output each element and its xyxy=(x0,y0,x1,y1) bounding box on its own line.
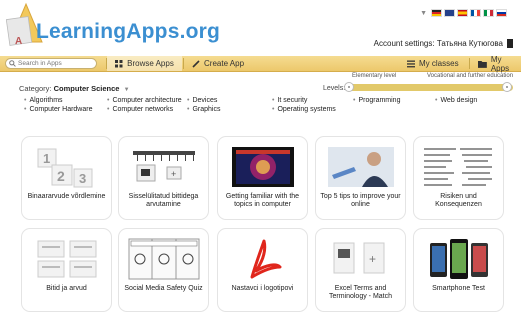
app-card[interactable]: + Sisselülitatud bittidega arvutamine xyxy=(118,136,209,220)
app-card[interactable]: Smartphone Test xyxy=(413,228,504,312)
grid-icon xyxy=(115,59,123,67)
app-card[interactable]: Risiken und Konsequenzen xyxy=(413,136,504,220)
level-slider-max-handle[interactable] xyxy=(502,82,512,92)
svg-text:2: 2 xyxy=(57,168,65,184)
app-card-title: Getting familiar with the topics in comp… xyxy=(225,193,300,208)
app-card-title: Smartphone Test xyxy=(432,285,485,292)
my-apps-label: My Apps xyxy=(490,54,510,73)
svg-text:A: A xyxy=(15,36,22,47)
my-classes-label: My classes xyxy=(419,59,459,68)
flag-en-icon[interactable] xyxy=(444,9,455,17)
topic-algorithms[interactable]: Algorithms xyxy=(24,97,62,104)
level-slider-min-handle[interactable] xyxy=(344,82,354,92)
search-box[interactable] xyxy=(5,58,97,69)
app-card[interactable]: Getting familiar with the topics in comp… xyxy=(217,136,308,220)
nav-divider xyxy=(183,58,184,69)
app-card-title: Sisselülitatud bittidega arvutamine xyxy=(128,193,199,208)
app-card-title: Social Media Safety Quiz xyxy=(124,285,203,292)
app-card[interactable]: Bitid ja arvud xyxy=(21,228,112,312)
match-cards-thumbnail: + xyxy=(333,242,385,274)
header: A LearningApps.org ▼ Account settings: Т… xyxy=(0,0,521,56)
computer-screen-thumbnail xyxy=(232,147,294,187)
user-icon xyxy=(507,39,513,48)
comic-strip-thumbnail xyxy=(128,238,200,280)
topic-computer-hardware[interactable]: Computer Hardware xyxy=(24,106,92,113)
browse-apps-label: Browse Apps xyxy=(127,59,174,68)
acrobat-logo-thumbnail xyxy=(250,239,282,279)
smartphones-thumbnail xyxy=(430,239,488,279)
app-card-title: Nastavci i logotipovi xyxy=(231,285,294,292)
app-card[interactable]: 1 2 3 Binaararvude võrdlemine xyxy=(21,136,112,220)
ruler-thumbnail: + xyxy=(133,151,195,182)
app-card-title: Bitid ja arvud xyxy=(46,285,87,292)
topic-graphics[interactable]: Graphics xyxy=(187,106,220,113)
category-selector[interactable]: Category: Computer Science ▼ xyxy=(19,84,130,93)
category-value[interactable]: Computer Science xyxy=(54,84,120,93)
topic-web-design[interactable]: Web design xyxy=(435,97,477,104)
nav-divider xyxy=(469,58,470,69)
site-logo[interactable]: LearningApps.org xyxy=(36,20,220,44)
create-app-button[interactable]: Create App xyxy=(192,56,244,71)
app-card[interactable]: Nastavci i logotipovi xyxy=(217,228,308,312)
flag-de-icon[interactable] xyxy=(431,9,442,17)
svg-text:+: + xyxy=(171,169,176,179)
category-prefix: Category: xyxy=(19,84,52,93)
my-apps-button[interactable]: My Apps xyxy=(478,54,521,73)
level-max-label: Vocational and further education xyxy=(427,73,514,79)
app-card-title: Risiken und Konsequenzen xyxy=(435,193,482,208)
search-input[interactable] xyxy=(16,60,94,67)
flag-it-icon[interactable] xyxy=(483,9,494,17)
create-app-label: Create App xyxy=(204,59,245,68)
main-navbar: Browse Apps Create App My classes My App… xyxy=(0,54,521,73)
svg-text:+: + xyxy=(369,252,376,266)
flag-ru-icon[interactable] xyxy=(496,9,507,17)
topic-computer-architecture[interactable]: Computer architecture xyxy=(107,97,181,104)
app-card-title: Top 5 tips to improve your online xyxy=(320,193,401,208)
language-selector[interactable]: ▼ xyxy=(420,9,507,17)
topic-programming[interactable]: Programming xyxy=(353,97,400,104)
flag-fr-icon[interactable] xyxy=(470,9,481,17)
app-card-title: Binaararvude võrdlemine xyxy=(27,193,106,200)
text-document-thumbnail xyxy=(422,145,496,189)
number-blocks-thumbnail: 1 2 3 xyxy=(37,148,93,188)
chevron-down-icon[interactable]: ▼ xyxy=(420,10,427,17)
flag-es-icon[interactable] xyxy=(457,9,468,17)
levels-label: Levels: xyxy=(323,85,346,92)
svg-text:3: 3 xyxy=(79,171,86,186)
app-card[interactable]: + Excel Terms and Terminology - Match xyxy=(315,228,406,312)
pencil-icon xyxy=(192,59,200,68)
browse-apps-button[interactable]: Browse Apps xyxy=(107,56,182,71)
level-min-label: Elementary level xyxy=(352,73,397,79)
app-card[interactable]: Social Media Safety Quiz xyxy=(118,228,209,312)
topic-operating-systems[interactable]: Operating systems xyxy=(272,106,335,113)
folder-icon xyxy=(478,60,487,68)
svg-text:1: 1 xyxy=(43,151,50,166)
list-icon xyxy=(407,60,415,67)
app-card[interactable]: Top 5 tips to improve your online xyxy=(315,136,406,220)
businessman-thumbnail xyxy=(328,147,394,187)
account-settings-link[interactable]: Account settings: Татьяна Кутюгова xyxy=(374,39,513,48)
chevron-down-icon[interactable]: ▼ xyxy=(124,87,130,93)
topic-devices[interactable]: Devices xyxy=(187,97,217,104)
topic-computer-networks[interactable]: Computer networks xyxy=(107,106,173,113)
search-icon xyxy=(9,60,16,67)
topic-it-security[interactable]: It security xyxy=(272,97,307,104)
cards-grid-thumbnail xyxy=(37,240,97,278)
my-classes-button[interactable]: My classes xyxy=(407,56,459,71)
level-slider-track[interactable] xyxy=(346,84,513,91)
app-card-title: Excel Terms and Terminology - Match xyxy=(328,285,393,300)
account-label[interactable]: Account settings: Татьяна Кутюгова xyxy=(374,39,503,48)
